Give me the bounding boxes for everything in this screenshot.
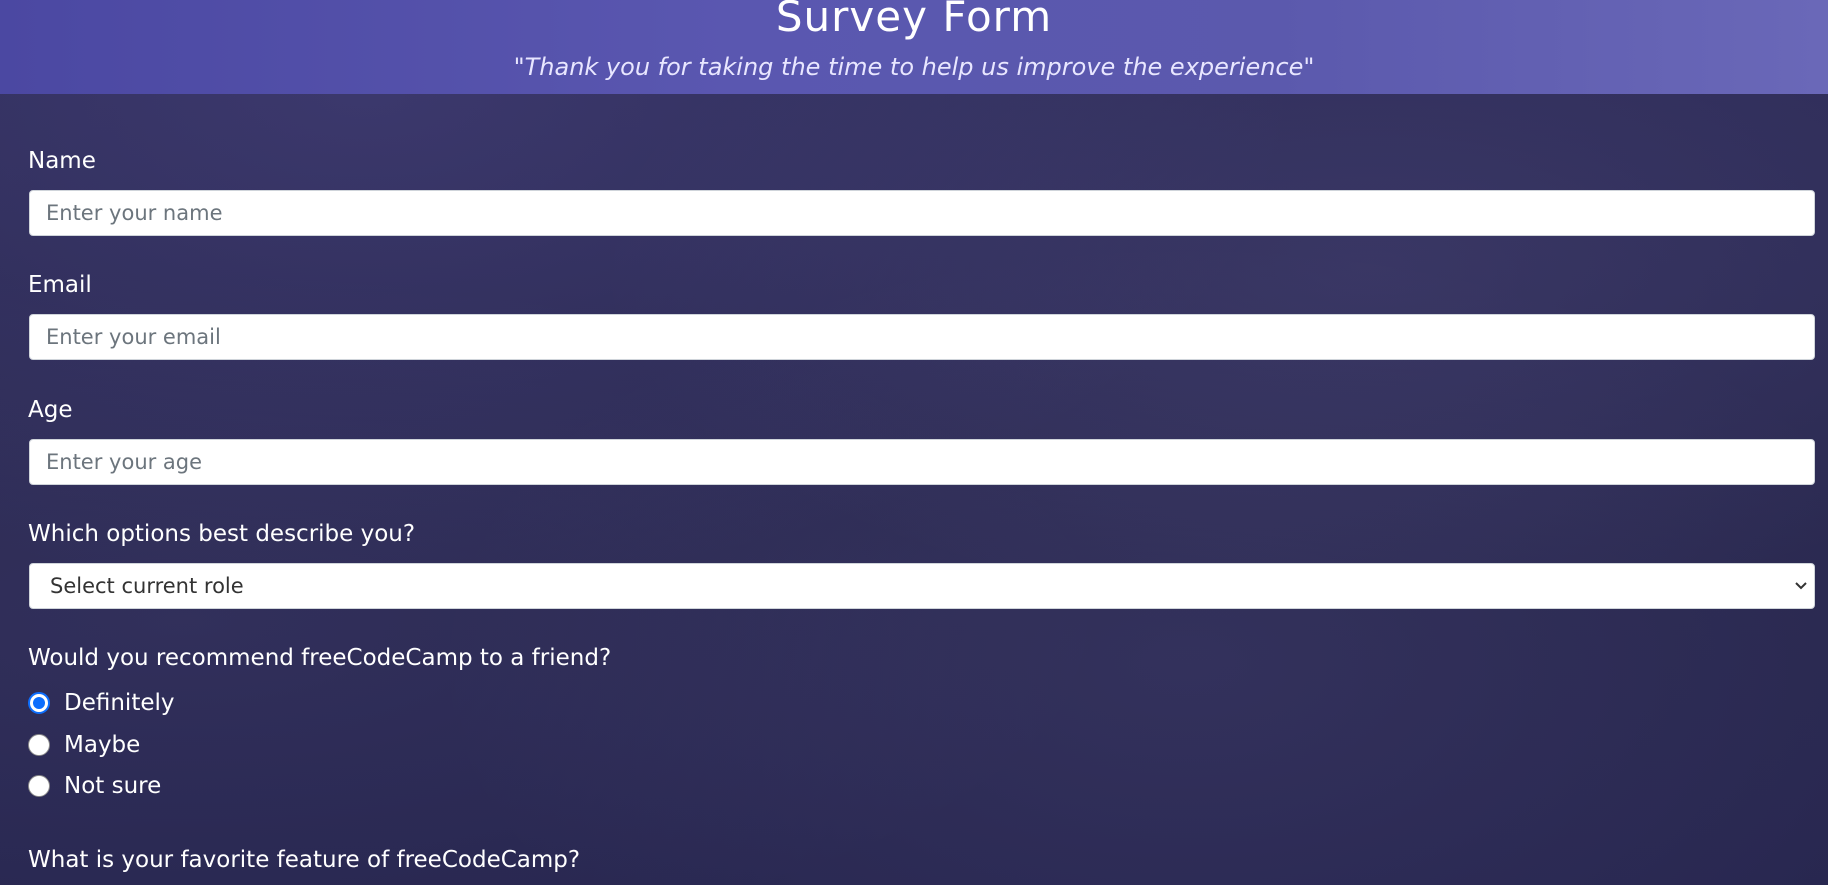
page-subtitle: "Thank you for taking the time to help u… [513,53,1315,81]
name-label: Name [28,148,96,174]
favorite-feature-label: What is your favorite feature of freeCod… [28,847,581,873]
radio-option-maybe[interactable]: Maybe [28,730,140,760]
age-label: Age [28,397,73,423]
radio-button-definitely[interactable] [28,692,50,714]
age-input[interactable] [29,439,1815,485]
radio-option-not-sure[interactable]: Not sure [28,771,161,801]
radio-label-definitely: Definitely [64,690,175,716]
page-header: Survey Form "Thank you for taking the ti… [0,0,1828,94]
role-select-value: Select current role [50,574,244,598]
email-label: Email [28,272,92,298]
chevron-down-icon [1794,564,1808,625]
recommend-label: Would you recommend freeCodeCamp to a fr… [28,645,612,671]
radio-button-not-sure[interactable] [28,775,50,797]
page-title: Survey Form [775,0,1053,41]
radio-label-maybe: Maybe [64,732,141,758]
radio-option-definitely[interactable]: Definitely [28,688,175,718]
radio-label-not-sure: Not sure [64,773,162,799]
role-label: Which options best describe you? [28,521,416,547]
role-select[interactable]: Select current role [29,563,1815,609]
radio-button-maybe[interactable] [28,734,50,756]
email-input[interactable] [29,314,1815,360]
name-input[interactable] [29,190,1815,236]
